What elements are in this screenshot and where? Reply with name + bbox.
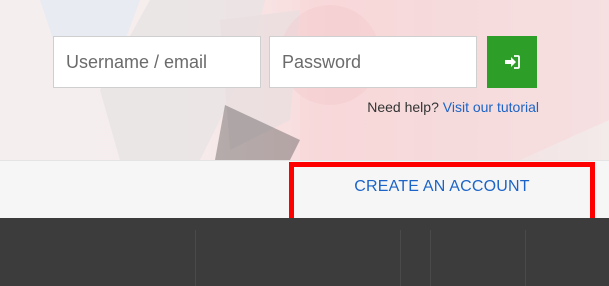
username-email-input[interactable] (53, 36, 261, 88)
login-submit-button[interactable] (487, 36, 537, 88)
footer-divider (195, 230, 196, 286)
help-prefix: Need help? (367, 99, 439, 115)
footer-divider (525, 230, 526, 286)
password-input[interactable] (269, 36, 477, 88)
visit-tutorial-link[interactable]: Visit our tutorial (443, 99, 539, 115)
footer-divider (400, 230, 401, 286)
help-text: Need help? Visit our tutorial (367, 99, 539, 115)
footer-dark-band (0, 218, 609, 286)
sign-in-icon (505, 55, 520, 69)
footer-divider (430, 230, 431, 286)
create-account-highlight[interactable]: CREATE AN ACCOUNT (289, 162, 595, 223)
create-account-link[interactable]: CREATE AN ACCOUNT (354, 178, 530, 196)
hero-banner: Need help? Visit our tutorial (0, 0, 609, 160)
